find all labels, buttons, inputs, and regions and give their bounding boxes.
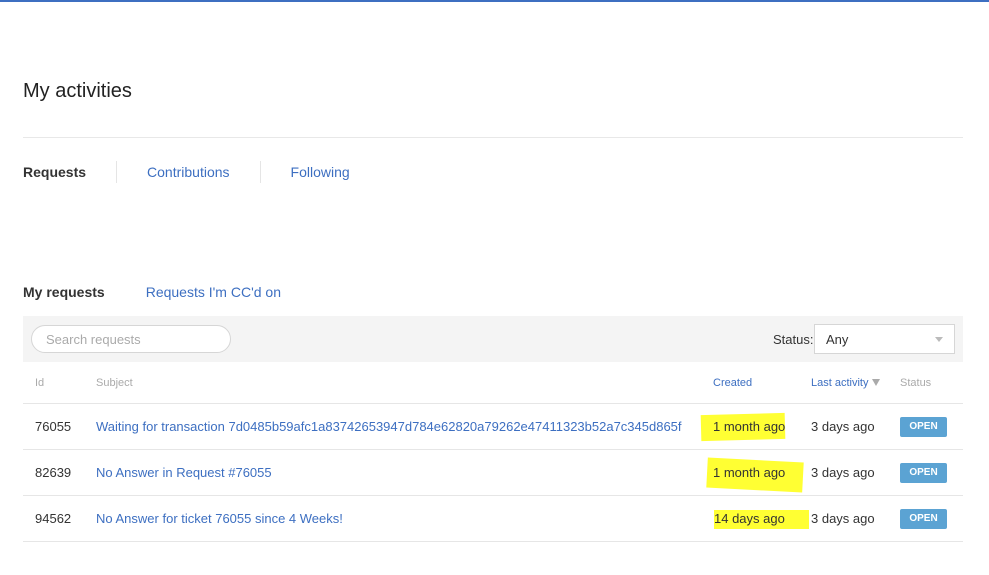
tab-my-requests[interactable]: My requests	[23, 284, 105, 300]
column-header-last-activity[interactable]: Last activity	[811, 377, 881, 389]
request-last-activity: 3 days ago	[811, 511, 875, 526]
status-badge: OPEN	[900, 417, 947, 437]
request-last-activity: 3 days ago	[811, 465, 875, 480]
top-accent-bar	[0, 0, 989, 2]
column-header-created[interactable]: Created	[713, 377, 752, 389]
requests-toolbar: Status: Any	[23, 316, 963, 362]
divider	[23, 137, 963, 138]
search-input[interactable]	[31, 325, 231, 353]
request-id: 94562	[35, 511, 72, 526]
nav-separator	[259, 161, 261, 183]
status-filter-label: Status:	[773, 332, 814, 347]
column-header-subject: Subject	[96, 377, 133, 389]
tab-following[interactable]: Following	[291, 164, 350, 180]
request-subject-link[interactable]: Waiting for transaction 7d0485b59afc1a83…	[96, 419, 682, 434]
request-created: 14 days ago	[714, 511, 785, 526]
request-id: 82639	[35, 465, 72, 480]
table-row: 76055 Waiting for transaction 7d0485b59a…	[23, 404, 963, 450]
activities-nav: Requests Contributions Following	[23, 160, 350, 184]
request-subject-link[interactable]: No Answer in Request #76055	[96, 465, 272, 480]
status-badge: OPEN	[900, 509, 947, 529]
column-header-id: Id	[35, 377, 45, 389]
request-created: 1 month ago	[713, 465, 786, 480]
sort-down-icon	[872, 379, 881, 386]
table-row: 94562 No Answer for ticket 76055 since 4…	[23, 496, 963, 542]
status-filter-select[interactable]: Any	[814, 324, 955, 354]
chevron-down-icon	[935, 337, 943, 342]
column-header-last-activity-label: Last activity	[811, 377, 869, 389]
request-id: 76055	[35, 419, 72, 434]
tab-requests[interactable]: Requests	[23, 164, 86, 180]
page-title: My activities	[23, 80, 132, 102]
requests-subnav: My requests Requests I'm CC'd on	[23, 284, 281, 300]
table-row: 82639 No Answer in Request #76055 1 mont…	[23, 450, 963, 496]
column-header-status: Status	[900, 377, 932, 389]
request-subject-link[interactable]: No Answer for ticket 76055 since 4 Weeks…	[96, 511, 343, 526]
request-created: 1 month ago	[713, 419, 786, 434]
tab-requests-ccd[interactable]: Requests I'm CC'd on	[146, 284, 281, 300]
requests-table: Id Subject Created Last activity Status …	[23, 362, 963, 542]
nav-separator	[116, 161, 118, 183]
tab-contributions[interactable]: Contributions	[147, 164, 230, 180]
status-badge: OPEN	[900, 463, 947, 483]
table-header: Id Subject Created Last activity Status	[23, 362, 963, 404]
status-filter-value: Any	[826, 332, 849, 347]
request-last-activity: 3 days ago	[811, 419, 875, 434]
